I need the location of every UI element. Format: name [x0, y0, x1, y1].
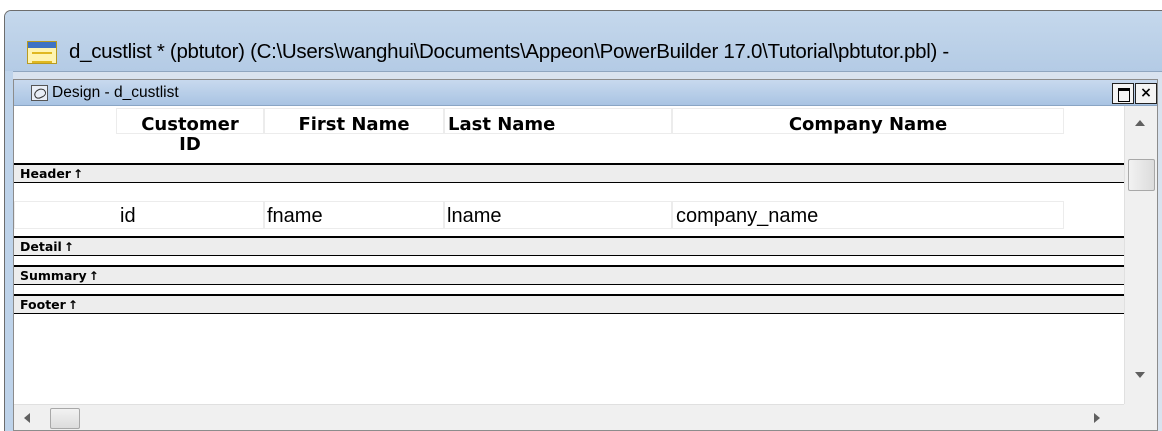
- datawindow-design-surface[interactable]: Customer ID First Name Last Name Company…: [14, 106, 1124, 404]
- band-resize-icon: ↑: [67, 298, 78, 312]
- horizontal-scrollbar[interactable]: [14, 404, 1124, 430]
- vertical-scrollbar[interactable]: [1124, 106, 1157, 404]
- header-line: Customer: [141, 114, 239, 135]
- datawindow-icon: [27, 41, 57, 64]
- band-label: Summary: [20, 268, 87, 283]
- header-company-name[interactable]: Company Name: [672, 115, 1064, 135]
- band-resize-icon: ↑: [72, 167, 84, 181]
- band-resize-icon: ↑: [88, 269, 99, 283]
- close-button[interactable]: ×: [1135, 83, 1157, 104]
- header-customer-id[interactable]: Customer ID: [116, 115, 264, 155]
- header-last-name[interactable]: Last Name: [444, 115, 584, 135]
- arrow-left-icon[interactable]: [24, 413, 30, 423]
- design-view: Design - d_custlist × Customer ID First …: [13, 79, 1158, 431]
- arrow-down-icon[interactable]: [1135, 372, 1145, 378]
- arrow-right-icon[interactable]: [1094, 413, 1100, 423]
- band-label: Header: [20, 166, 71, 181]
- field-lname[interactable]: lname: [447, 205, 501, 227]
- band-header[interactable]: Header ↑: [14, 163, 1124, 183]
- band-summary[interactable]: Summary ↑: [14, 265, 1124, 285]
- arrow-up-icon[interactable]: [1135, 120, 1145, 126]
- band-label: Footer: [20, 297, 66, 312]
- field-company-name[interactable]: company_name: [676, 205, 818, 227]
- band-label: Detail: [20, 239, 62, 254]
- field-id[interactable]: id: [120, 205, 136, 227]
- band-footer[interactable]: Footer ↑: [14, 294, 1124, 314]
- field-fname[interactable]: fname: [267, 205, 323, 227]
- header-line: ID: [179, 134, 201, 155]
- window-title: d_custlist * (pbtutor) (C:\Users\wanghui…: [69, 40, 949, 63]
- design-view-title: Design - d_custlist: [52, 84, 179, 101]
- band-detail[interactable]: Detail ↑: [14, 236, 1124, 256]
- design-view-titlebar[interactable]: Design - d_custlist ×: [14, 80, 1157, 106]
- header-first-name[interactable]: First Name: [264, 115, 444, 135]
- detail-cell-box: [14, 201, 264, 229]
- vertical-scroll-thumb[interactable]: [1128, 159, 1155, 191]
- band-resize-icon: ↑: [63, 240, 74, 254]
- restore-button[interactable]: [1112, 83, 1134, 104]
- design-painter-icon: [31, 85, 48, 101]
- horizontal-scroll-thumb[interactable]: [50, 408, 80, 429]
- window-titlebar[interactable]: d_custlist * (pbtutor) (C:\Users\wanghui…: [5, 11, 1162, 71]
- scrollbar-corner: [1124, 404, 1157, 430]
